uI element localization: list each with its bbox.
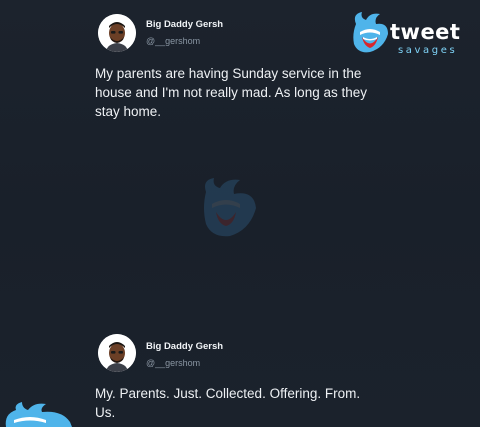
- tweet-thread-panel: Big Daddy Gersh @__gershom My parents ar…: [0, 0, 480, 427]
- watermark-subword: savages: [398, 45, 458, 56]
- user-handle[interactable]: @__gershom: [146, 36, 200, 46]
- avatar[interactable]: [98, 334, 136, 372]
- user-display-name[interactable]: Big Daddy Gersh: [146, 341, 223, 352]
- user-display-name[interactable]: Big Daddy Gersh: [146, 19, 223, 30]
- bird-logo-partial-icon: [5, 402, 72, 427]
- avatar[interactable]: [98, 14, 136, 52]
- watermark-word: tweet: [390, 20, 461, 44]
- tweet-text: My parents are having Sunday service in …: [95, 66, 367, 119]
- bitmoji-avatar-icon: [98, 14, 136, 52]
- tweet-text: My. Parents. Just. Collected. Offering. …: [95, 386, 361, 420]
- user-handle[interactable]: @__gershom: [146, 358, 200, 368]
- bitmoji-avatar-icon: [98, 334, 136, 372]
- bird-watermark-icon: [204, 178, 256, 237]
